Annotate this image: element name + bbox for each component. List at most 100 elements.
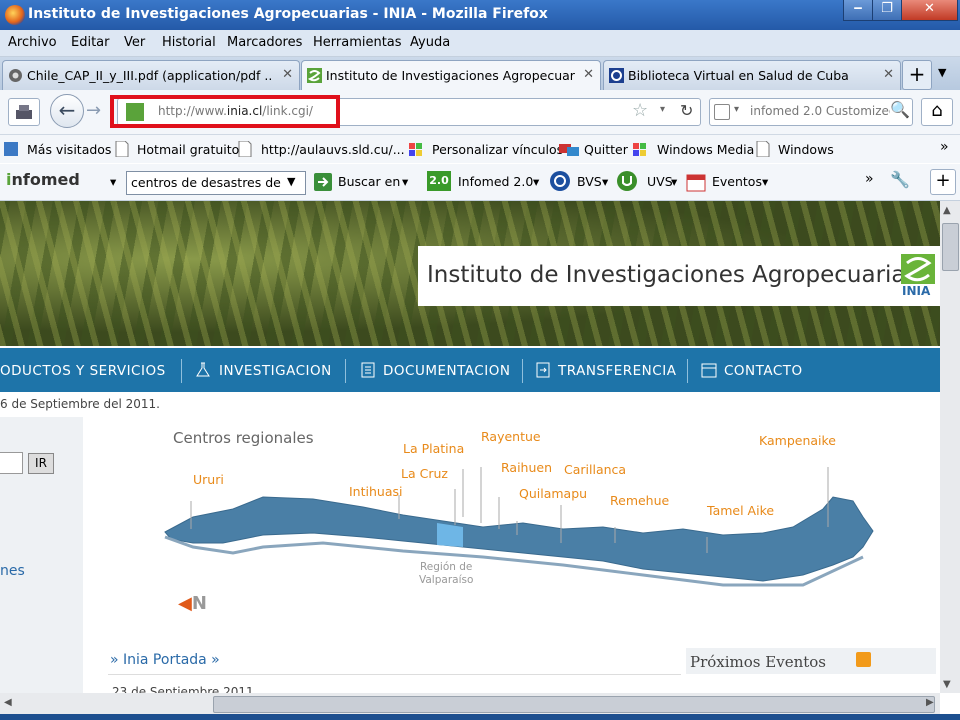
menu-herramientas[interactable]: Herramientas: [313, 35, 402, 50]
search-engine-icon[interactable]: [714, 104, 730, 120]
tab-pdf[interactable]: Chile_CAP_II_y_III.pdf (application/pdf …: [2, 60, 300, 90]
tab-bvs[interactable]: Biblioteca Virtual en Salud de Cuba ✕: [603, 60, 901, 90]
eventos-button[interactable]: Eventos: [712, 174, 762, 189]
maximize-button[interactable]: ❐: [872, 0, 902, 21]
region-label[interactable]: Rayentue: [481, 429, 541, 444]
infomed-search-value[interactable]: centros de desastres de c: [131, 175, 281, 190]
scroll-down-icon[interactable]: ▼: [943, 679, 951, 690]
search-icon[interactable]: 🔍: [890, 100, 910, 119]
add-toolbar-button[interactable]: +: [930, 169, 956, 195]
sidebar-link[interactable]: nes: [0, 563, 25, 579]
new-tab-button[interactable]: +: [902, 60, 932, 90]
region-label[interactable]: Kampenaike: [759, 433, 836, 448]
windows-flag-icon: [409, 143, 422, 156]
infomed20-dropdown-icon[interactable]: ▾: [533, 174, 539, 189]
region-label[interactable]: Quilamapu: [519, 486, 587, 501]
search-input[interactable]: infomed 2.0 Customized: [750, 104, 890, 118]
menu-archivo[interactable]: Archivo: [8, 35, 57, 50]
flask-icon: [196, 362, 210, 377]
horizontal-scroll-thumb[interactable]: [213, 696, 935, 713]
bookmark-windows-media[interactable]: Windows Media: [657, 142, 754, 157]
tab-list-icon[interactable]: ▼: [938, 66, 946, 79]
bvs-dropdown-icon[interactable]: ▾: [602, 174, 608, 189]
menu-ver[interactable]: Ver: [124, 35, 145, 50]
tab-inia[interactable]: Instituto de Investigaciones Agropecuari…: [301, 60, 601, 91]
bookmark-personalizar[interactable]: Personalizar vínculos: [432, 142, 563, 157]
infomed-logo[interactable]: infomed: [6, 170, 80, 189]
breadcrumb-link[interactable]: » Inia Portada »: [110, 652, 220, 668]
firefox-icon[interactable]: [5, 5, 25, 25]
forward-button[interactable]: →: [86, 100, 101, 121]
tab-close-icon[interactable]: ✕: [282, 67, 293, 82]
chile-map: [164, 467, 874, 587]
scroll-right-icon[interactable]: ▶: [926, 697, 934, 708]
region-label[interactable]: La Platina: [403, 441, 464, 456]
buscar-en-button[interactable]: Buscar en: [338, 174, 400, 189]
close-button[interactable]: ✕: [901, 0, 958, 21]
region-label[interactable]: Raihuen: [501, 460, 552, 475]
title-bar: Instituto de Investigaciones Agropecuari…: [0, 0, 960, 30]
inia-icon: [307, 68, 322, 83]
region-label[interactable]: Intihuasi: [349, 484, 402, 499]
region-label[interactable]: Remehue: [610, 493, 669, 508]
uvs-button[interactable]: UVS: [647, 174, 673, 189]
toolbar-overflow-icon[interactable]: »: [865, 171, 874, 187]
bookmark-windows[interactable]: Windows: [778, 142, 834, 157]
menu-editar[interactable]: Editar: [71, 35, 110, 50]
search-box[interactable]: ▾ infomed 2.0 Customized 🔍: [709, 98, 913, 126]
menu-marcadores[interactable]: Marcadores: [227, 35, 302, 50]
bookmark-quitter[interactable]: Quitter: [584, 142, 628, 157]
bookmark-hotmail[interactable]: Hotmail gratuito: [137, 142, 239, 157]
buscar-dropdown-icon[interactable]: ▾: [402, 174, 408, 189]
nav-contacto[interactable]: CONTACTO: [724, 363, 803, 379]
region-label[interactable]: Tamel Aike: [707, 503, 774, 518]
back-button[interactable]: ←: [50, 94, 84, 128]
north-indicator: ◀N: [178, 593, 207, 614]
eventos-dropdown-icon[interactable]: ▾: [762, 174, 768, 189]
tab-close-icon[interactable]: ✕: [583, 67, 594, 82]
bookmark-mas-visitados[interactable]: Más visitados: [27, 142, 111, 157]
page-icon: [238, 141, 252, 157]
nav-productos[interactable]: ODUCTOS Y SERVICIOS: [0, 363, 166, 379]
inia-logo-icon[interactable]: [901, 254, 935, 284]
uvs-dropdown-icon[interactable]: ▾: [671, 174, 677, 189]
history-button[interactable]: [8, 98, 40, 126]
region-label[interactable]: Carillanca: [564, 462, 626, 477]
region-label[interactable]: Ururi: [193, 472, 224, 487]
home-button[interactable]: ⌂: [921, 98, 953, 126]
bookmark-aulauvs[interactable]: http://aulauvs.sld.cu/...: [261, 142, 405, 157]
tab-close-icon[interactable]: ✕: [883, 67, 894, 82]
infomed-search-field[interactable]: centros de desastres de c ▼: [126, 171, 306, 195]
page-content: Instituto de Investigaciones Agropecuari…: [0, 201, 940, 693]
menu-historial[interactable]: Historial: [162, 35, 216, 50]
rss-icon[interactable]: [856, 652, 871, 667]
bvs-button[interactable]: BVS: [577, 174, 602, 189]
search-engine-dropdown-icon[interactable]: ▾: [734, 104, 739, 115]
map-caption-line: Región de: [419, 561, 473, 573]
nav-documentacion[interactable]: DOCUMENTACION: [383, 363, 510, 379]
wrench-icon[interactable]: 🔧: [890, 170, 910, 189]
bookmarks-overflow-icon[interactable]: »: [940, 139, 949, 155]
infomed-toolbar: infomed ▾ centros de desastres de c ▼ Bu…: [0, 164, 960, 201]
nav-transferencia[interactable]: TRANSFERENCIA: [558, 363, 676, 379]
infomed-menu-dropdown-icon[interactable]: ▾: [110, 174, 116, 189]
vertical-scroll-thumb[interactable]: [942, 223, 959, 271]
nav-investigacion[interactable]: INVESTIGACION: [219, 363, 332, 379]
page-icon: [756, 141, 770, 157]
infomed20-button[interactable]: Infomed 2.0: [458, 174, 533, 189]
reload-icon[interactable]: ↻: [680, 101, 693, 120]
scroll-left-icon[interactable]: ◀: [4, 697, 12, 708]
sidebar-search-input[interactable]: [0, 452, 23, 474]
minimize-button[interactable]: ‒: [843, 0, 873, 21]
scroll-up-icon[interactable]: ▲: [943, 205, 951, 216]
region-label[interactable]: La Cruz: [401, 466, 448, 481]
vertical-scrollbar[interactable]: ▲ ▼: [940, 201, 960, 693]
chevron-down-icon[interactable]: ▼: [287, 175, 295, 188]
menu-bar: Archivo Editar Ver Historial Marcadores …: [0, 30, 960, 57]
menu-ayuda[interactable]: Ayuda: [410, 35, 450, 50]
ir-button[interactable]: IR: [28, 453, 54, 474]
map-caption-line: Valparaíso: [419, 574, 474, 586]
left-sidebar: IR nes: [0, 417, 83, 693]
url-dropdown-icon[interactable]: ▾: [660, 104, 665, 115]
bookmark-star-icon[interactable]: ☆: [632, 100, 648, 121]
